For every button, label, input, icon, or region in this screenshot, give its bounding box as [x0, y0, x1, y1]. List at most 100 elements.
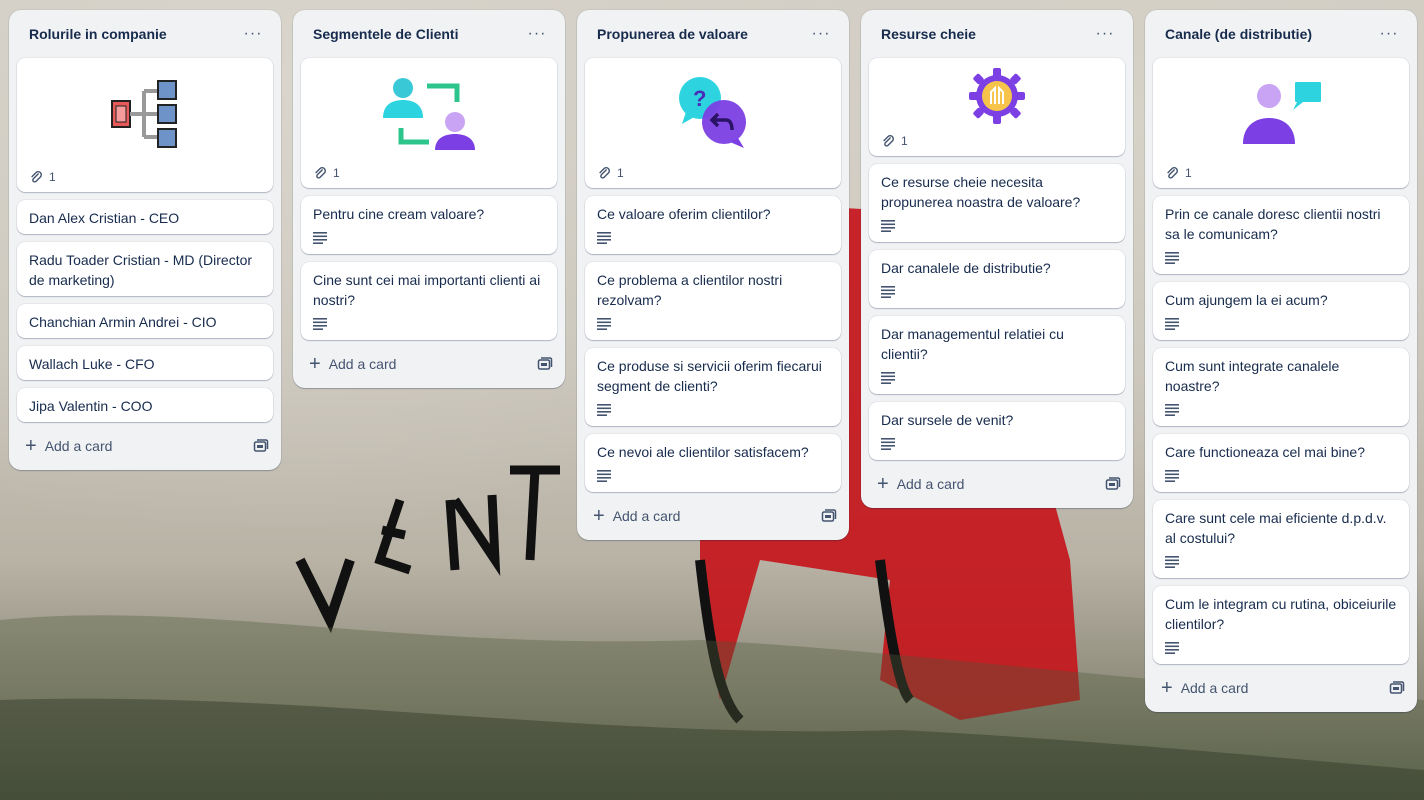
card-title: Chanchian Armin Andrei - CIO: [29, 314, 217, 330]
add-card-label: Add a card: [612, 508, 681, 524]
person-speech-icon: [1243, 82, 1321, 144]
card-title: Care functioneaza cel mai bine?: [1165, 444, 1366, 460]
list-header: Segmentele de Clienti ···: [301, 10, 557, 58]
list-title[interactable]: Rolurile in companie: [29, 26, 167, 42]
org-chart-icon: [111, 80, 177, 148]
card[interactable]: Wallach Luke - CFO: [17, 346, 273, 380]
card-title: Dar canalele de distributie?: [881, 260, 1051, 276]
card-title: Cum sunt integrate canalele noastre?: [1165, 358, 1340, 394]
card[interactable]: Dar sursele de venit?: [869, 402, 1125, 460]
description-icon: [313, 228, 545, 248]
add-card-button[interactable]: + Add a card: [309, 353, 397, 375]
card[interactable]: Cum le integram cu rutina, obiceiurile c…: [1153, 586, 1409, 664]
resources-gear-icon: [969, 68, 1025, 124]
list-menu-button[interactable]: ···: [1091, 20, 1119, 48]
card-title: Dar sursele de venit?: [881, 412, 1014, 428]
plus-icon: +: [309, 353, 321, 375]
list-header: Canale (de distributie) ···: [1153, 10, 1409, 58]
list-propunerea-de-valoare: Propunerea de valoare ··· ? 1 Ce valoare…: [577, 10, 849, 540]
list-header: Propunerea de valoare ···: [585, 10, 841, 58]
add-card-label: Add a card: [44, 438, 113, 454]
card[interactable]: Ce problema a clientilor nostri rezolvam…: [585, 262, 841, 340]
paperclip-icon: [315, 167, 326, 179]
card-title: Dan Alex Cristian - CEO: [29, 210, 180, 226]
paperclip-icon: [1167, 167, 1178, 179]
card[interactable]: Ce nevoi ale clientilor satisfacem?: [585, 434, 841, 492]
card[interactable]: Cum ajungem la ei acum?: [1153, 282, 1409, 340]
card[interactable]: Cum sunt integrate canalele noastre?: [1153, 348, 1409, 426]
card-title: Cum le integram cu rutina, obiceiurile c…: [1165, 596, 1397, 632]
card[interactable]: Prin ce canale doresc clientii nostri sa…: [1153, 196, 1409, 274]
plus-icon: +: [1161, 677, 1173, 699]
description-icon: [597, 466, 829, 486]
card-title: Wallach Luke - CFO: [29, 356, 155, 372]
cover-card[interactable]: ? 1: [585, 58, 841, 188]
list-title[interactable]: Resurse cheie: [881, 26, 976, 42]
card[interactable]: Ce produse si servicii oferim fiecarui s…: [585, 348, 841, 426]
list-menu-button[interactable]: ···: [1375, 20, 1403, 48]
cover-card[interactable]: 1: [301, 58, 557, 188]
card[interactable]: Ce resurse cheie necesita propunerea noa…: [869, 164, 1125, 242]
card-template-icon[interactable]: [537, 356, 553, 372]
card-cover: [1153, 58, 1409, 166]
chat-bubbles-icon: ?: [679, 77, 746, 148]
card-template-icon[interactable]: [821, 508, 837, 524]
add-card-button[interactable]: + Add a card: [1161, 677, 1249, 699]
attachment-badge: 1: [585, 166, 841, 188]
list-header: Resurse cheie ···: [869, 10, 1125, 58]
card-title: Dar managementul relatiei cu clientii?: [881, 326, 1064, 362]
cover-card[interactable]: 1: [869, 58, 1125, 156]
list-menu-button[interactable]: ···: [807, 20, 835, 48]
attachment-count: 1: [901, 134, 908, 148]
card[interactable]: Cine sunt cei mai importanti clienti ai …: [301, 262, 557, 340]
add-card-button[interactable]: + Add a card: [593, 506, 681, 526]
list-footer: + Add a card: [1153, 672, 1409, 704]
description-icon: [1165, 314, 1397, 334]
card[interactable]: Care sunt cele mai eficiente d.p.d.v. al…: [1153, 500, 1409, 578]
card-template-icon[interactable]: [1105, 476, 1121, 492]
description-icon: [597, 400, 829, 420]
card-title: Cum ajungem la ei acum?: [1165, 292, 1328, 308]
add-card-label: Add a card: [328, 356, 397, 372]
attachment-badge: 1: [869, 134, 1125, 156]
card[interactable]: Chanchian Armin Andrei - CIO: [17, 304, 273, 338]
card[interactable]: Radu Toader Cristian - MD (Director de m…: [17, 242, 273, 296]
attachment-count: 1: [1185, 166, 1192, 180]
card-cover: [17, 58, 273, 170]
description-icon: [597, 228, 829, 248]
description-icon: [1165, 248, 1397, 268]
card[interactable]: Dar managementul relatiei cu clientii?: [869, 316, 1125, 394]
add-card-label: Add a card: [896, 476, 965, 492]
card-title: Ce resurse cheie necesita propunerea noa…: [881, 174, 1081, 210]
add-card-button[interactable]: + Add a card: [877, 474, 965, 494]
list-rolurile-in-companie: Rolurile in companie ··· 1 Dan Alex Cris…: [9, 10, 281, 470]
paperclip-icon: [31, 171, 42, 183]
description-icon: [313, 314, 545, 334]
card-title: Care sunt cele mai eficiente d.p.d.v. al…: [1165, 510, 1387, 546]
list-title[interactable]: Propunerea de valoare: [597, 26, 748, 42]
description-icon: [1165, 400, 1397, 420]
list-segmentele-de-clienti: Segmentele de Clienti ··· 1 Pentru cine …: [293, 10, 565, 388]
list-footer: + Add a card: [301, 348, 557, 380]
list-menu-button[interactable]: ···: [239, 20, 267, 48]
card-template-icon[interactable]: [253, 438, 269, 454]
list-title[interactable]: Segmentele de Clienti: [313, 26, 458, 42]
cover-card[interactable]: 1: [1153, 58, 1409, 188]
card[interactable]: Jipa Valentin - COO: [17, 388, 273, 422]
card[interactable]: Dan Alex Cristian - CEO: [17, 200, 273, 234]
add-card-button[interactable]: + Add a card: [25, 436, 113, 456]
card-title: Ce problema a clientilor nostri rezolvam…: [597, 272, 783, 308]
card-template-icon[interactable]: [1389, 680, 1405, 696]
description-icon: [881, 282, 1113, 302]
list-footer: + Add a card: [17, 430, 273, 462]
card[interactable]: Care functioneaza cel mai bine?: [1153, 434, 1409, 492]
cover-card[interactable]: 1: [17, 58, 273, 192]
card-title: Ce valoare oferim clientilor?: [597, 206, 771, 222]
card[interactable]: Ce valoare oferim clientilor?: [585, 196, 841, 254]
card[interactable]: Pentru cine cream valoare?: [301, 196, 557, 254]
description-icon: [597, 314, 829, 334]
list-title[interactable]: Canale (de distributie): [1165, 26, 1312, 42]
add-card-label: Add a card: [1180, 680, 1249, 696]
list-menu-button[interactable]: ···: [523, 20, 551, 48]
card[interactable]: Dar canalele de distributie?: [869, 250, 1125, 308]
